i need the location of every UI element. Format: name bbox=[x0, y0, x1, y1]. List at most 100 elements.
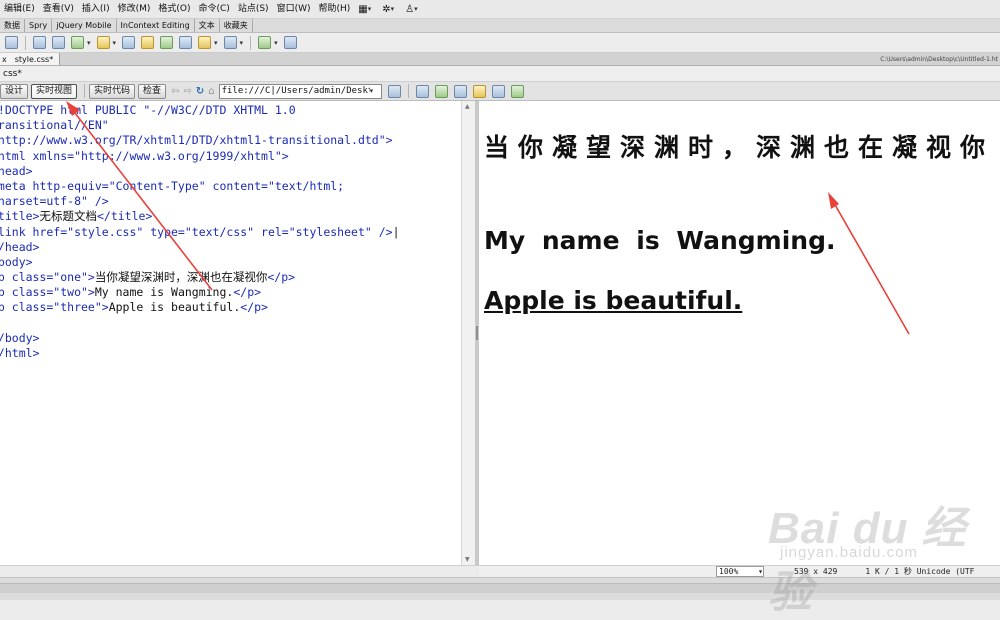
date-icon[interactable] bbox=[141, 36, 155, 49]
code-editor[interactable]: <!DOCTYPE html PUBLIC "-//W3C//DTD XHTML… bbox=[0, 101, 461, 361]
document-toolbar: 设计 实时视图 实时代码 检查 ⇦ ⇨ ↻ ⌂ ▾ bbox=[0, 82, 1000, 101]
code-line[interactable]: <head> bbox=[0, 164, 461, 179]
chevron-down-icon[interactable]: ▾ bbox=[370, 87, 374, 95]
div-icon[interactable] bbox=[52, 36, 65, 49]
inspect-button[interactable]: 检查 bbox=[138, 83, 167, 99]
home-icon[interactable]: ⌂ bbox=[208, 86, 214, 97]
live-code-button[interactable]: 实时代码 bbox=[89, 83, 136, 99]
code-horizontal-scrollbar[interactable] bbox=[0, 565, 479, 577]
scroll-down-icon[interactable]: ▼ bbox=[465, 556, 470, 563]
code-markup: <!DOCTYPE html PUBLIC "-//W3C//DTD XHTML… bbox=[0, 103, 296, 117]
insert-tab-jquery-mobile[interactable]: jQuery Mobile bbox=[52, 19, 117, 32]
image-icon[interactable] bbox=[71, 36, 84, 49]
address-input[interactable] bbox=[219, 84, 370, 98]
templates-icon[interactable] bbox=[258, 36, 272, 49]
related-file-item[interactable]: css* bbox=[3, 69, 22, 79]
layout-icon[interactable]: ▦ ▾ bbox=[358, 4, 374, 15]
insert-tab-incontext-editing[interactable]: InContext Editing bbox=[117, 19, 195, 32]
server-include-icon[interactable] bbox=[160, 36, 174, 49]
live-view-options-icon[interactable] bbox=[387, 84, 401, 98]
code-view[interactable]: <!DOCTYPE html PUBLIC "-//W3C//DTD XHTML… bbox=[0, 101, 461, 565]
check-browser-icon[interactable] bbox=[510, 84, 524, 98]
code-line[interactable]: charset=utf-8" /> bbox=[0, 194, 461, 209]
media-icon[interactable] bbox=[96, 36, 110, 49]
chevron-down-icon[interactable]: ▾ bbox=[113, 39, 117, 47]
menu-bar: 编辑(E) 查看(V) 插入(I) 修改(M) 格式(O) 命令(C) 站点(S… bbox=[0, 0, 1000, 19]
encoding-status: 1 K / 1 秒 Unicode (UTF bbox=[865, 567, 975, 576]
code-line[interactable]: <p class="two">My name is Wangming.</p> bbox=[0, 285, 461, 300]
divider-grip[interactable] bbox=[476, 326, 478, 340]
menu-insert[interactable]: 插入(I) bbox=[78, 0, 114, 18]
code-markup: </p> bbox=[240, 300, 268, 315]
forward-arrow-icon[interactable]: ⇨ bbox=[183, 86, 191, 97]
widget-icon[interactable] bbox=[122, 36, 136, 49]
menu-help[interactable]: 帮助(H) bbox=[314, 0, 354, 18]
address-bar[interactable]: ▾ bbox=[218, 83, 382, 99]
code-line[interactable]: </html> bbox=[0, 346, 461, 361]
code-line[interactable]: <html xmlns="http://www.w3.org/1999/xhtm… bbox=[0, 149, 461, 164]
code-line[interactable] bbox=[0, 316, 461, 331]
chevron-down-icon[interactable]: ▾ bbox=[274, 39, 278, 47]
code-line[interactable]: <meta http-equiv="Content-Type" content=… bbox=[0, 179, 461, 194]
live-view-button[interactable]: 实时视图 bbox=[31, 83, 78, 99]
back-arrow-icon[interactable]: ⇦ bbox=[171, 86, 179, 97]
menu-window[interactable]: 窗口(W) bbox=[273, 0, 315, 18]
toolbar-divider bbox=[25, 35, 26, 50]
code-markup: <p class="two"> bbox=[0, 285, 95, 300]
head-icon[interactable] bbox=[198, 36, 212, 49]
code-line[interactable]: <p class="three">Apple is beautiful.</p> bbox=[0, 300, 461, 315]
code-markup: </body> bbox=[0, 330, 40, 345]
refresh-design-icon[interactable] bbox=[453, 84, 467, 98]
menu-format[interactable]: 格式(O) bbox=[154, 0, 194, 18]
code-line[interactable]: <p class="one">当你凝望深渊时，深渊也在凝视你</p> bbox=[0, 270, 461, 285]
gear-icon[interactable]: ✲ ▾ bbox=[382, 4, 397, 15]
validate-markup-icon[interactable] bbox=[472, 84, 486, 98]
chevron-down-icon[interactable]: ▾ bbox=[87, 39, 91, 47]
chevron-down-icon[interactable]: ▾ bbox=[214, 39, 218, 47]
code-line[interactable]: <!DOCTYPE html PUBLIC "-//W3C//DTD XHTML… bbox=[0, 103, 461, 118]
code-markup: <body> bbox=[0, 254, 33, 269]
tag-chooser-icon[interactable] bbox=[283, 36, 297, 49]
code-line[interactable]: </body> bbox=[0, 331, 461, 346]
insert-tab-data[interactable]: 数据 bbox=[0, 19, 25, 32]
toolbar-divider bbox=[407, 84, 409, 98]
insert-tab-text[interactable]: 文本 bbox=[195, 19, 220, 32]
table-insert-icon[interactable] bbox=[33, 36, 46, 49]
live-view-pane[interactable]: 当你凝望深渊时，深渊也在凝视你 My name is Wangming. App… bbox=[479, 101, 1000, 565]
refresh-icon[interactable]: ↻ bbox=[196, 86, 204, 97]
close-icon[interactable]: x bbox=[2, 55, 7, 64]
zoom-select[interactable]: 100% ▾ bbox=[716, 566, 764, 577]
window-size[interactable]: 539 x 429 bbox=[794, 567, 837, 576]
code-line[interactable]: Transitional//EN" bbox=[0, 118, 461, 133]
scroll-up-icon[interactable]: ▲ bbox=[465, 103, 470, 110]
user-icon[interactable]: ♙ ▾ bbox=[405, 4, 420, 15]
chevron-down-icon[interactable]: ▾ bbox=[240, 39, 244, 47]
insert-bar: 数据 Spry jQuery Mobile InContext Editing … bbox=[0, 19, 1000, 33]
insert-tab-spry[interactable]: Spry bbox=[25, 19, 53, 32]
code-line[interactable]: <body> bbox=[0, 255, 461, 270]
code-markup: <html xmlns="http://www.w3.org/1999/xhtm… bbox=[0, 148, 289, 163]
code-markup: <title> bbox=[0, 209, 40, 224]
preview-browser-icon[interactable] bbox=[434, 84, 448, 98]
menu-edit[interactable]: 编辑(E) bbox=[0, 0, 39, 18]
visual-aids-icon[interactable] bbox=[491, 84, 505, 98]
code-line[interactable]: <link href="style.css" type="text/css" r… bbox=[0, 225, 461, 240]
code-line[interactable]: </head> bbox=[0, 240, 461, 255]
file-management-icon[interactable] bbox=[415, 84, 429, 98]
script-icon[interactable] bbox=[223, 36, 237, 49]
comment-icon[interactable] bbox=[179, 36, 193, 49]
menu-site[interactable]: 站点(S) bbox=[234, 0, 273, 18]
menu-modify[interactable]: 修改(M) bbox=[114, 0, 155, 18]
document-tab[interactable]: x style.css* bbox=[0, 53, 61, 65]
menu-view[interactable]: 查看(V) bbox=[39, 0, 78, 18]
design-view-button[interactable]: 设计 bbox=[0, 83, 29, 99]
properties-panel-bar[interactable] bbox=[0, 583, 1000, 593]
code-line[interactable]: <title>无标题文档</title> bbox=[0, 209, 461, 224]
code-markup: </p> bbox=[233, 285, 262, 300]
code-vertical-scrollbar[interactable]: ▲ ▼ bbox=[461, 101, 475, 565]
table-icon[interactable] bbox=[5, 36, 18, 49]
insert-tab-favorites[interactable]: 收藏夹 bbox=[220, 19, 253, 32]
code-line[interactable]: "http://www.w3.org/TR/xhtml1/DTD/xhtml1-… bbox=[0, 133, 461, 148]
chevron-down-icon[interactable]: ▾ bbox=[758, 567, 763, 576]
menu-commands[interactable]: 命令(C) bbox=[195, 0, 234, 18]
